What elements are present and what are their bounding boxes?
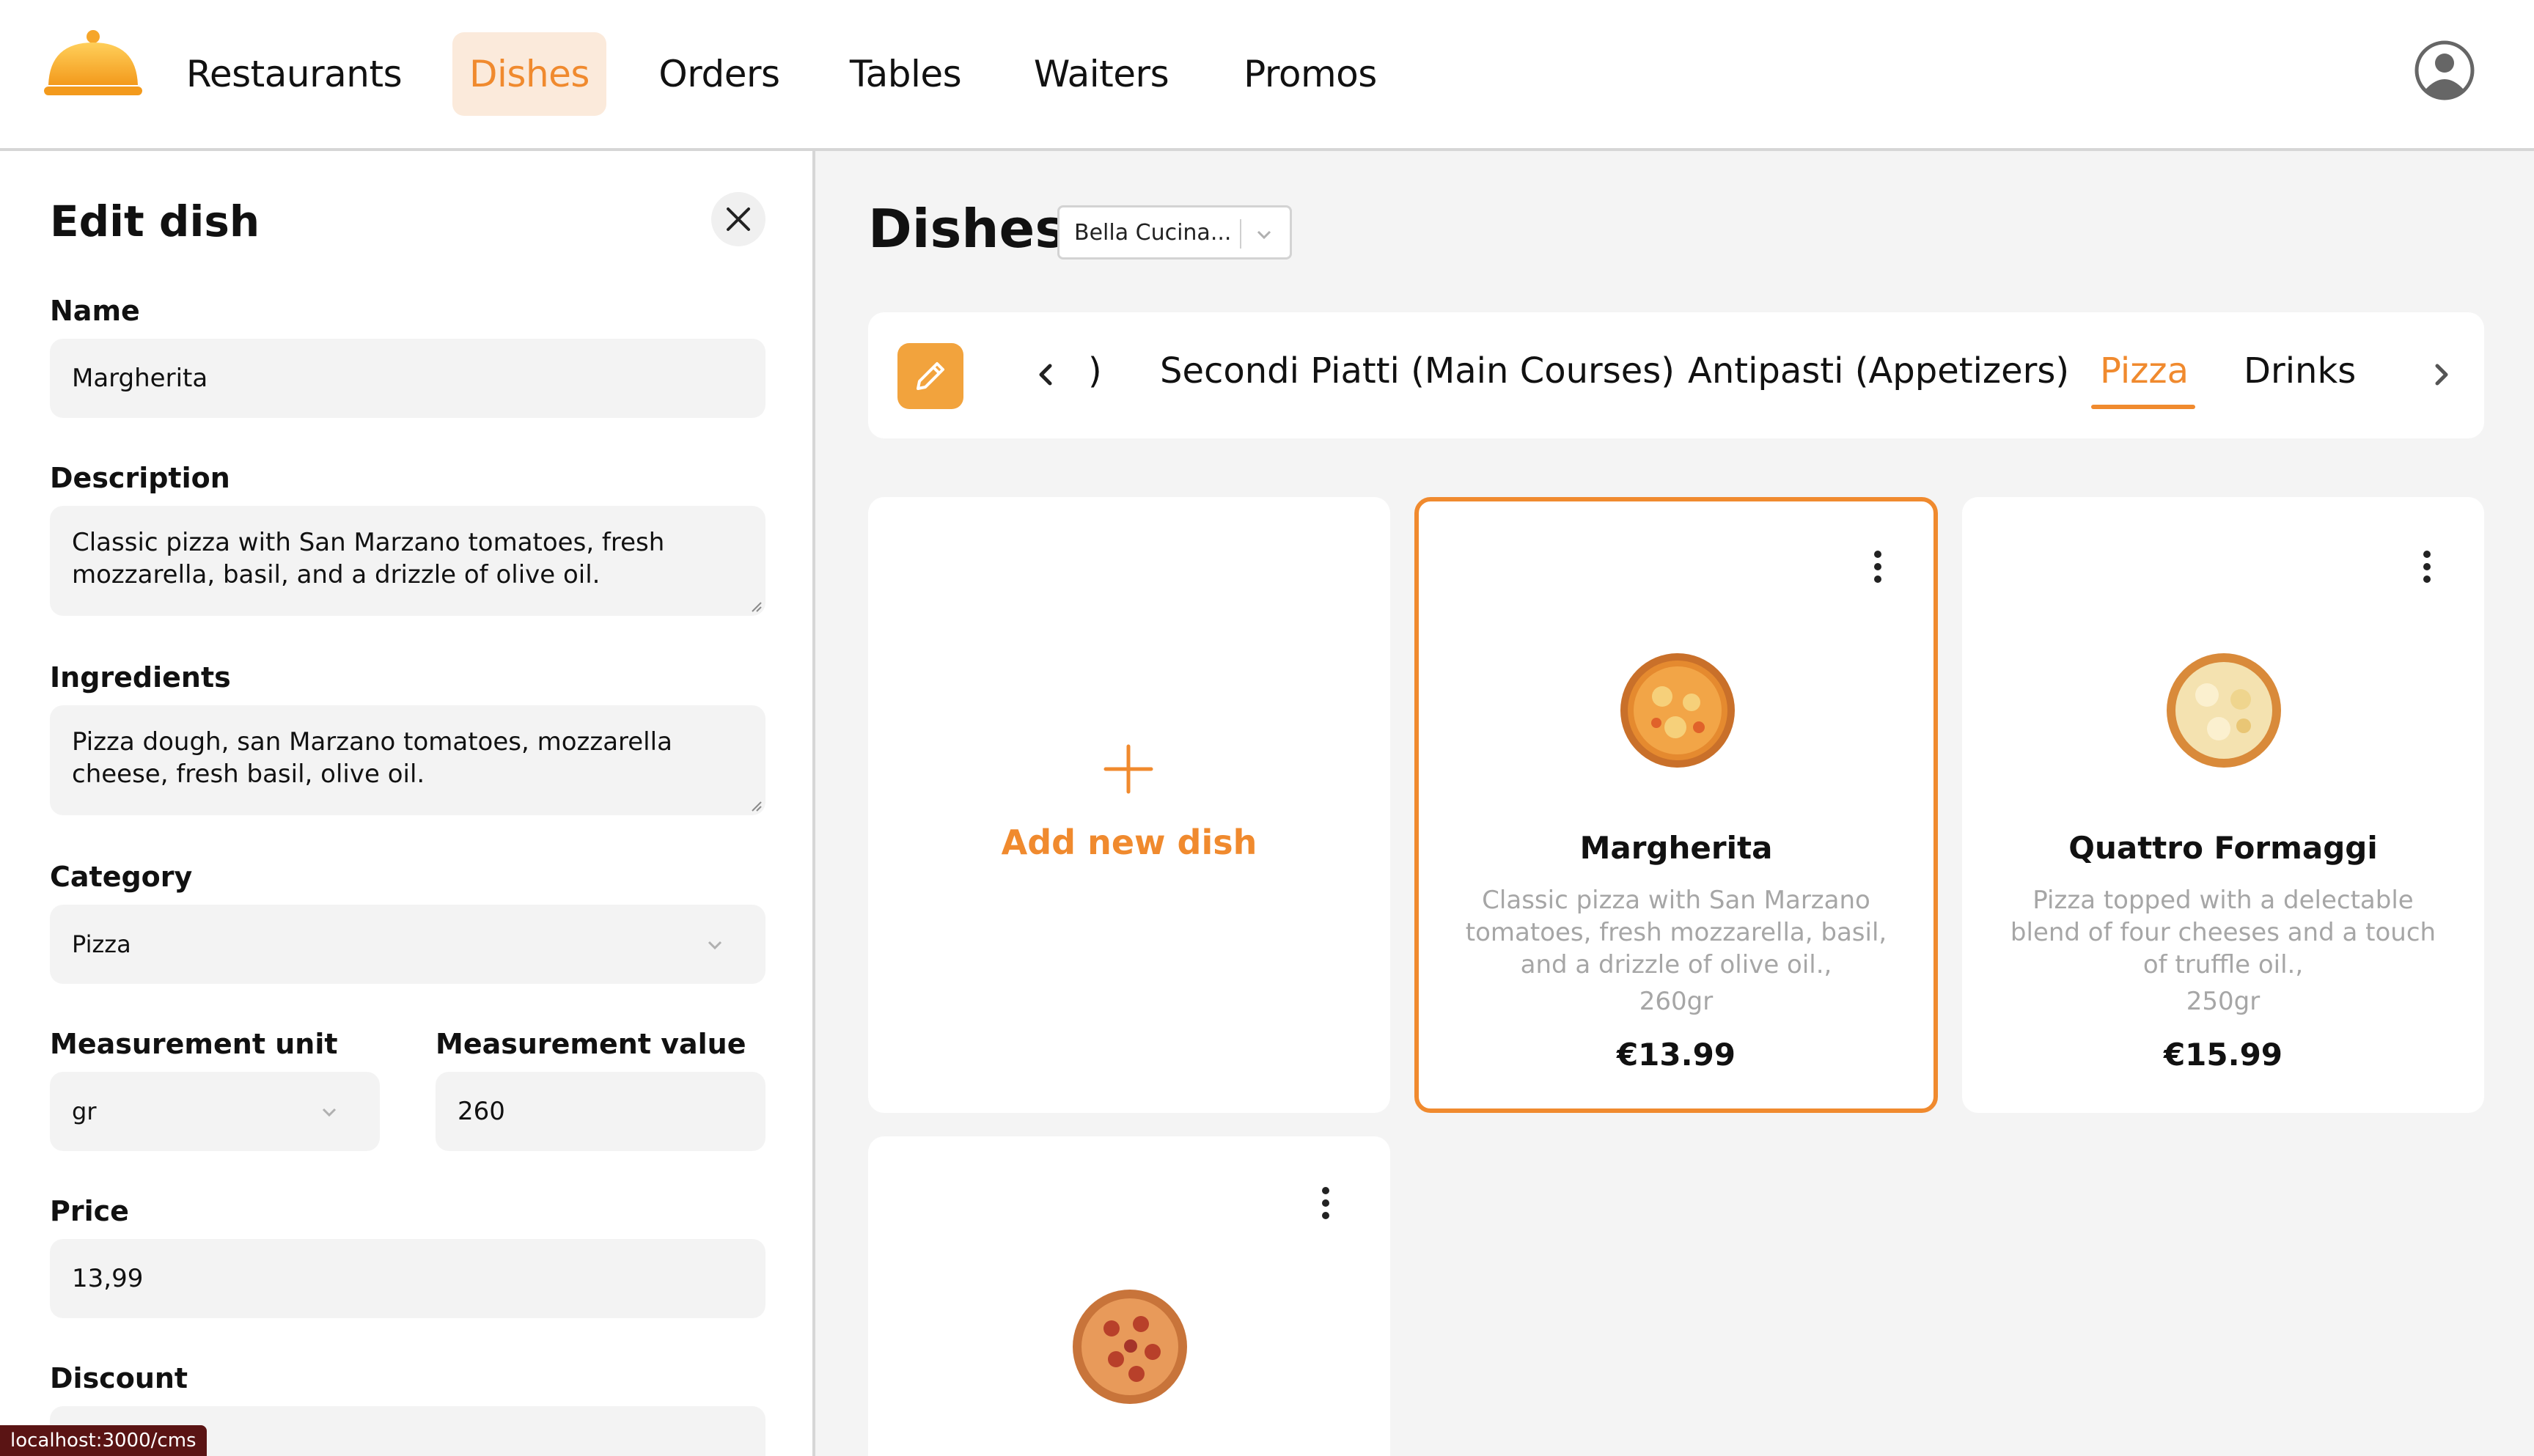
status-url-tooltip: localhost:3000/cms <box>0 1425 207 1456</box>
name-input[interactable]: Margherita <box>50 339 765 418</box>
price-input[interactable]: 13,99 <box>50 1239 765 1318</box>
more-vertical-icon[interactable] <box>2420 548 2434 585</box>
nav-promos[interactable]: Promos <box>1226 32 1395 116</box>
dish-card-margherita[interactable]: Margherita Classic pizza with San Marzan… <box>1414 497 1938 1113</box>
measurement-unit-value: gr <box>72 1097 97 1125</box>
plus-icon <box>1103 744 1153 794</box>
panel-title: Edit dish <box>50 196 260 246</box>
margherita-pizza-image <box>1620 653 1735 768</box>
ingredients-label: Ingredients <box>50 661 231 694</box>
chevron-down-icon <box>322 1108 337 1117</box>
restaurant-select-value: Bella Cucina... <box>1074 219 1232 246</box>
dish-name: Quattro Formaggi <box>2068 830 2378 866</box>
nav-dishes[interactable]: Dishes <box>452 32 606 116</box>
dish-name: Margherita <box>1579 830 1773 866</box>
tab-antipasti[interactable]: Antipasti (Appetizers) <box>1688 350 2069 391</box>
quattro-formaggi-pizza-image <box>2167 653 2281 768</box>
nav-orders[interactable]: Orders <box>642 32 796 116</box>
edit-dish-panel: Edit dish Name Margherita Description Cl… <box>0 151 815 1456</box>
user-circle-icon[interactable] <box>2414 40 2475 101</box>
pencil-icon <box>917 362 944 390</box>
close-button[interactable] <box>711 192 765 246</box>
discount-label: Discount <box>50 1362 188 1394</box>
chevron-down-icon <box>1257 230 1271 240</box>
tab-partial[interactable]: ) <box>1088 350 1102 391</box>
ingredients-text: Pizza dough, san Marzano tomatoes, mozza… <box>72 727 672 789</box>
chevron-down-icon <box>708 941 722 950</box>
dish-description: Classic pizza with San Marzano tomatoes,… <box>1465 886 1887 979</box>
dish-description: Pizza topped with a delectable blend of … <box>2010 886 2436 979</box>
dish-price: €13.99 <box>1616 1037 1736 1073</box>
measurement-unit-select[interactable]: gr <box>50 1072 380 1151</box>
tab-drinks[interactable]: Drinks <box>2244 350 2356 391</box>
category-label: Category <box>50 861 193 893</box>
dish-card-quattro-formaggi[interactable]: Quattro Formaggi Pizza topped with a del… <box>1962 497 2484 1113</box>
tab-secondi-piatti[interactable]: Secondi Piatti (Main Courses) <box>1160 350 1675 391</box>
pepperoni-pizza-image <box>1073 1290 1187 1404</box>
resize-grip-icon[interactable] <box>749 799 763 812</box>
top-navbar: Restaurants Dishes Orders Tables Waiters… <box>0 0 2534 151</box>
description-textarea[interactable]: Classic pizza with San Marzano tomatoes,… <box>50 506 765 616</box>
measurement-value-label: Measurement value <box>436 1028 746 1060</box>
nav-tables[interactable]: Tables <box>834 32 977 116</box>
more-vertical-icon[interactable] <box>1870 548 1885 585</box>
category-value: Pizza <box>72 930 131 958</box>
dish-weight: 250gr <box>2186 987 2261 1016</box>
select-separator <box>1240 219 1241 249</box>
add-new-dish-label: Add new dish <box>1001 823 1257 862</box>
name-label: Name <box>50 295 140 327</box>
tab-pizza[interactable]: Pizza <box>2100 350 2189 391</box>
description-text: Classic pizza with San Marzano tomatoes,… <box>72 528 665 589</box>
nav-restaurants[interactable]: Restaurants <box>173 32 415 116</box>
category-tabs-bar: ) Secondi Piatti (Main Courses) Antipast… <box>868 312 2484 438</box>
more-vertical-icon[interactable] <box>1318 1185 1333 1221</box>
price-label: Price <box>50 1195 129 1227</box>
cloche-logo-icon[interactable] <box>44 26 142 106</box>
measurement-value-input[interactable]: 260 <box>436 1072 765 1151</box>
restaurant-select[interactable]: Bella Cucina... <box>1057 205 1292 260</box>
dish-price: €15.99 <box>2163 1037 2283 1073</box>
active-tab-underline <box>2091 405 2195 409</box>
chevron-right-icon[interactable] <box>2423 356 2459 393</box>
category-select[interactable]: Pizza <box>50 905 765 984</box>
ingredients-textarea[interactable]: Pizza dough, san Marzano tomatoes, mozza… <box>50 705 765 815</box>
dish-weight: 260gr <box>1639 987 1714 1016</box>
resize-grip-icon[interactable] <box>749 600 763 613</box>
add-new-dish-card[interactable]: Add new dish <box>868 497 1390 1113</box>
nav-waiters[interactable]: Waiters <box>1015 32 1188 116</box>
dish-card-pepperoni[interactable] <box>868 1136 1390 1456</box>
description-label: Description <box>50 462 230 494</box>
close-icon <box>727 207 750 231</box>
chevron-left-icon[interactable] <box>1028 356 1065 393</box>
page-title: Dishes <box>868 198 1067 260</box>
measurement-unit-label: Measurement unit <box>50 1028 338 1060</box>
edit-categories-button[interactable] <box>897 343 963 409</box>
